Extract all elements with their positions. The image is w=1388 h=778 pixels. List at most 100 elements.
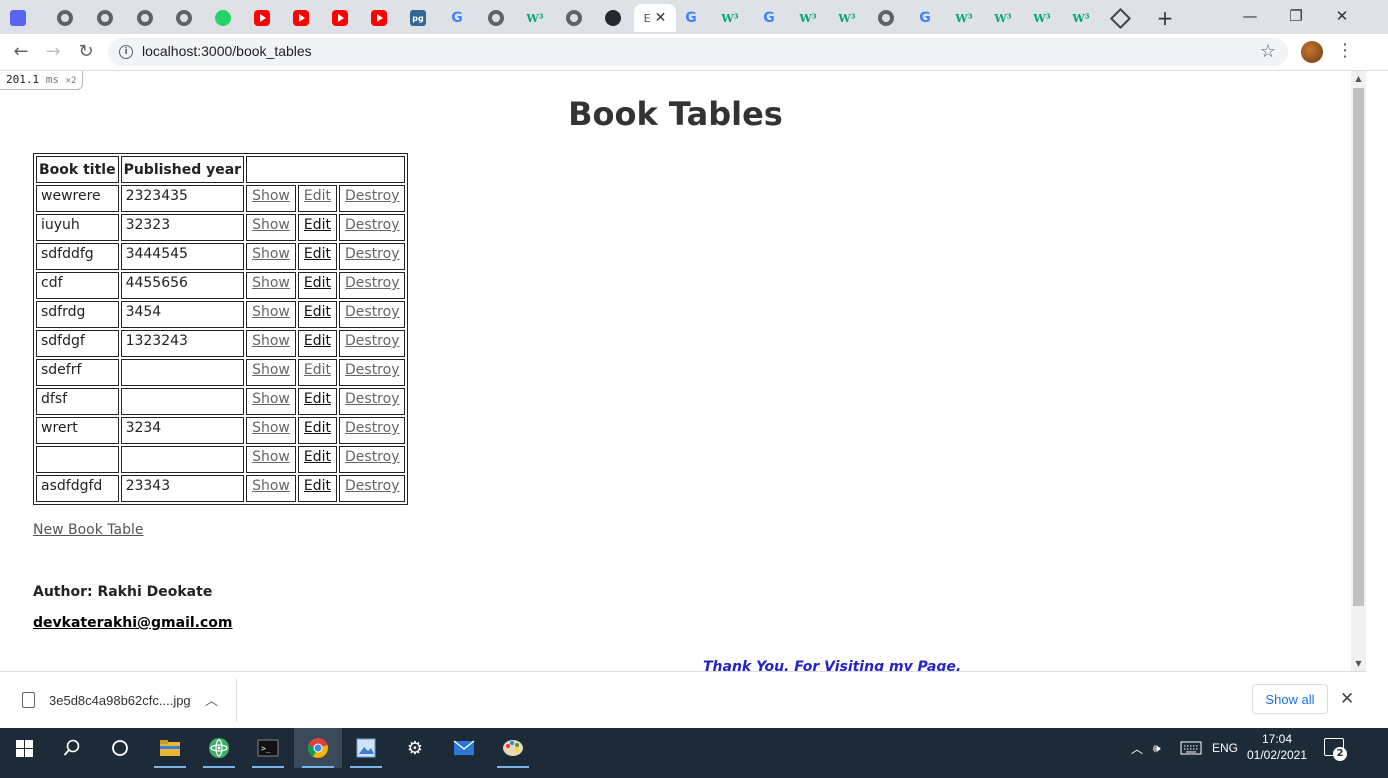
keyboard-icon[interactable]: [1180, 728, 1202, 768]
tab-w3schools-1[interactable]: W³: [517, 4, 553, 32]
search-button[interactable]: [48, 728, 96, 768]
chevron-up-icon[interactable]: ︿: [205, 690, 218, 709]
taskbar-settings[interactable]: ⚙: [391, 728, 439, 768]
destroy-link[interactable]: Destroy: [345, 362, 399, 378]
task-view-button[interactable]: [96, 728, 144, 768]
show-link[interactable]: Show: [252, 246, 290, 262]
tab-youtube-1[interactable]: [244, 4, 280, 32]
reload-button[interactable]: ↻: [74, 40, 98, 64]
show-link[interactable]: Show: [252, 304, 290, 320]
taskbar-paint[interactable]: [489, 728, 537, 768]
scroll-up-arrow-icon[interactable]: ▲: [1351, 71, 1366, 86]
tab-globe-6[interactable]: [556, 4, 592, 32]
taskbar-mail[interactable]: [440, 728, 488, 768]
tab-globe-5[interactable]: [478, 4, 514, 32]
perf-badge[interactable]: 201.1 ms ×2: [0, 71, 84, 90]
edit-link[interactable]: Edit: [304, 246, 331, 262]
volume-icon[interactable]: 🕪: [1153, 728, 1161, 768]
scrollbar-thumb[interactable]: [1353, 88, 1364, 606]
close-tab-icon[interactable]: ✕: [655, 10, 667, 26]
taskbar-photos[interactable]: [342, 728, 390, 768]
edit-link[interactable]: Edit: [304, 420, 331, 436]
show-link[interactable]: Show: [252, 188, 290, 204]
tab-w3schools-3[interactable]: W³: [790, 4, 826, 32]
profile-avatar[interactable]: [1301, 41, 1323, 63]
destroy-link[interactable]: Destroy: [345, 449, 399, 465]
back-button[interactable]: ←: [9, 40, 33, 64]
edit-link[interactable]: Edit: [304, 188, 331, 204]
show-link[interactable]: Show: [252, 420, 290, 436]
show-link[interactable]: Show: [252, 333, 290, 349]
start-button[interactable]: [0, 728, 48, 768]
destroy-link[interactable]: Destroy: [345, 188, 399, 204]
taskbar-chrome[interactable]: [294, 728, 342, 768]
forward-button[interactable]: →: [41, 40, 65, 64]
taskbar-atom[interactable]: [195, 728, 243, 768]
show-link[interactable]: Show: [252, 217, 290, 233]
bookmark-star-icon[interactable]: ☆: [1260, 41, 1276, 62]
destroy-link[interactable]: Destroy: [345, 478, 399, 494]
browser-menu-icon[interactable]: ⋮: [1336, 40, 1354, 61]
show-link[interactable]: Show: [252, 478, 290, 494]
show-link[interactable]: Show: [252, 275, 290, 291]
tab-google-1[interactable]: G: [439, 4, 475, 32]
destroy-link[interactable]: Destroy: [345, 420, 399, 436]
download-file-name[interactable]: 3e5d8c4a98b62cfc....jpg: [49, 693, 191, 708]
tab-w3schools-7[interactable]: W³: [1024, 4, 1060, 32]
edit-link[interactable]: Edit: [304, 362, 331, 378]
tab-globe-3[interactable]: [127, 4, 163, 32]
destroy-link[interactable]: Destroy: [345, 391, 399, 407]
edit-link[interactable]: Edit: [304, 275, 331, 291]
address-bar[interactable]: i localhost:3000/book_tables ☆: [108, 38, 1288, 66]
destroy-link[interactable]: Destroy: [345, 333, 399, 349]
tab-youtube-4[interactable]: [361, 4, 397, 32]
tab-google-4[interactable]: G: [907, 4, 943, 32]
destroy-link[interactable]: Destroy: [345, 217, 399, 233]
minimize-button[interactable]: —: [1228, 4, 1272, 28]
edit-link[interactable]: Edit: [304, 449, 331, 465]
close-download-bar-button[interactable]: ✕: [1340, 689, 1354, 709]
destroy-link[interactable]: Destroy: [345, 246, 399, 262]
scroll-down-arrow-icon[interactable]: ▼: [1351, 656, 1366, 671]
show-link[interactable]: Show: [252, 449, 290, 465]
new-tab-button[interactable]: +: [1154, 6, 1176, 30]
show-link[interactable]: Show: [252, 362, 290, 378]
tab-active[interactable]: E ✕: [634, 4, 676, 32]
tab-whatsapp[interactable]: [205, 4, 241, 32]
email-link[interactable]: devkaterakhi@gmail.com: [33, 615, 233, 631]
tab-postgres[interactable]: pg: [400, 4, 436, 32]
taskbar-terminal[interactable]: >_: [244, 728, 292, 768]
new-book-table-link[interactable]: New Book Table: [33, 522, 143, 538]
tab-google-3[interactable]: G: [751, 4, 787, 32]
tab-globe-1[interactable]: [47, 4, 83, 32]
destroy-link[interactable]: Destroy: [345, 304, 399, 320]
edit-link[interactable]: Edit: [304, 217, 331, 233]
tab-youtube-2[interactable]: [283, 4, 319, 32]
tab-w3schools-5[interactable]: W³: [946, 4, 982, 32]
edit-link[interactable]: Edit: [304, 333, 331, 349]
tab-globe-2[interactable]: [87, 4, 123, 32]
tab-globe-4[interactable]: [166, 4, 202, 32]
tab-discord[interactable]: [0, 4, 36, 32]
tray-chevron-up-icon[interactable]: ︿: [1131, 728, 1143, 768]
address-url[interactable]: localhost:3000/book_tables: [142, 43, 312, 59]
edit-link[interactable]: Edit: [304, 304, 331, 320]
edit-link[interactable]: Edit: [304, 478, 331, 494]
tab-w3schools-6[interactable]: W³: [985, 4, 1021, 32]
tab-w3schools-2[interactable]: W³: [712, 4, 748, 32]
tab-w3schools-4[interactable]: W³: [829, 4, 865, 32]
destroy-link[interactable]: Destroy: [345, 275, 399, 291]
maximize-button[interactable]: ❐: [1274, 4, 1318, 28]
tab-youtube-3[interactable]: [322, 4, 358, 32]
tab-github[interactable]: [595, 4, 631, 32]
close-window-button[interactable]: ✕: [1320, 4, 1364, 28]
show-link[interactable]: Show: [252, 391, 290, 407]
taskbar-clock[interactable]: 17:04 01/02/2021: [1246, 731, 1308, 763]
edit-link[interactable]: Edit: [304, 391, 331, 407]
page-scrollbar[interactable]: ▲ ▼: [1351, 71, 1366, 671]
site-info-icon[interactable]: i: [119, 45, 133, 59]
tab-globe-7[interactable]: [868, 4, 904, 32]
show-all-button[interactable]: Show all: [1252, 684, 1328, 714]
tab-google-2[interactable]: G: [673, 4, 709, 32]
input-language[interactable]: ENG: [1212, 728, 1238, 768]
